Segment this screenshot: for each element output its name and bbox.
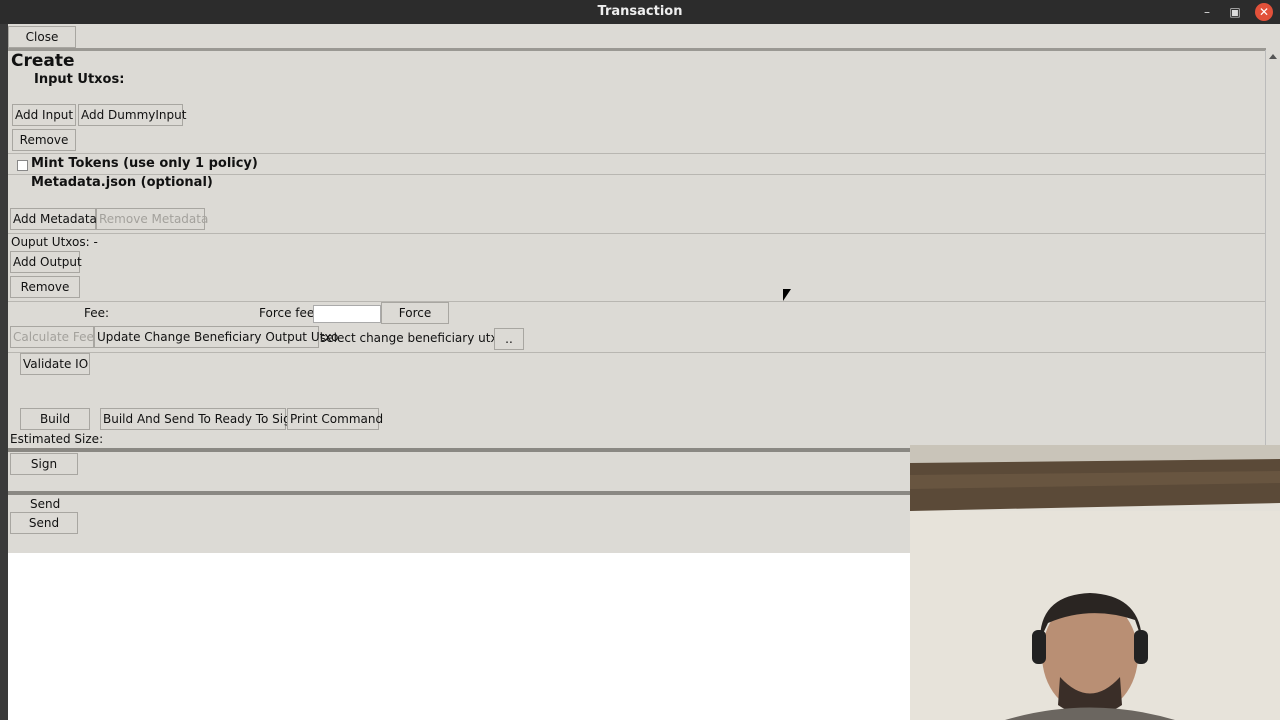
calculate-fee-button[interactable]: Calculate Fee	[10, 326, 94, 348]
output-utxos-label: Ouput Utxos: -	[11, 235, 98, 249]
add-input-button[interactable]: Add Input	[12, 104, 76, 126]
divider	[8, 153, 1266, 154]
add-metadata-button[interactable]: Add Metadata	[10, 208, 97, 230]
mouse-cursor-icon	[783, 289, 791, 301]
add-dummy-input-button[interactable]: Add DummyInput	[78, 104, 186, 126]
window-title: Transaction	[597, 4, 683, 19]
background-strip	[0, 24, 8, 720]
metadata-label: Metadata.json (optional)	[31, 175, 213, 190]
close-icon[interactable]: ✕	[1255, 3, 1273, 21]
send-button[interactable]: Send	[10, 512, 78, 534]
mint-tokens-checkbox[interactable]	[17, 160, 28, 171]
fee-label: Fee:	[84, 306, 110, 320]
send-section-label: Send	[30, 497, 61, 511]
input-utxos-label: Input Utxos:	[34, 72, 125, 87]
update-change-beneficiary-button[interactable]: Update Change Beneficiary Output Utxo	[94, 326, 338, 348]
sign-button[interactable]: Sign	[10, 453, 78, 475]
divider	[8, 448, 910, 452]
webcam-image	[910, 445, 1280, 720]
remove-output-button[interactable]: Remove	[10, 276, 80, 298]
build-button[interactable]: Build	[20, 408, 90, 430]
divider	[8, 301, 1266, 302]
remove-metadata-button[interactable]: Remove Metadata	[96, 208, 208, 230]
scroll-up-icon[interactable]	[1269, 54, 1277, 59]
scrollbar[interactable]	[1265, 50, 1280, 445]
select-change-beneficiary-label: select change beneficiary utxo:	[320, 331, 509, 345]
force-fee-input[interactable]	[313, 305, 381, 323]
select-change-beneficiary-button[interactable]: ..	[494, 328, 524, 350]
validate-io-button[interactable]: Validate IO	[20, 353, 90, 375]
build-and-send-button[interactable]: Build And Send To Ready To Sign	[100, 408, 298, 430]
webcam-overlay	[910, 445, 1280, 720]
force-button[interactable]: Force	[381, 302, 449, 324]
divider	[8, 48, 1266, 51]
remove-input-button[interactable]: Remove	[12, 129, 76, 151]
divider	[8, 233, 1266, 234]
minimize-icon[interactable]: –	[1198, 3, 1216, 21]
window-titlebar: Transaction – ▣ ✕	[0, 0, 1280, 24]
divider	[8, 491, 910, 495]
mint-tokens-label: Mint Tokens (use only 1 policy)	[31, 156, 258, 171]
print-command-button[interactable]: Print Command	[287, 408, 383, 430]
divider	[8, 352, 1266, 353]
maximize-icon[interactable]: ▣	[1226, 3, 1244, 21]
empty-area	[8, 553, 910, 720]
close-button[interactable]: Close	[8, 26, 76, 48]
force-fee-label: Force fee	[259, 306, 315, 320]
estimated-size-label: Estimated Size:	[10, 432, 104, 446]
add-output-button[interactable]: Add Output	[10, 251, 82, 273]
create-header: Create	[11, 51, 75, 71]
